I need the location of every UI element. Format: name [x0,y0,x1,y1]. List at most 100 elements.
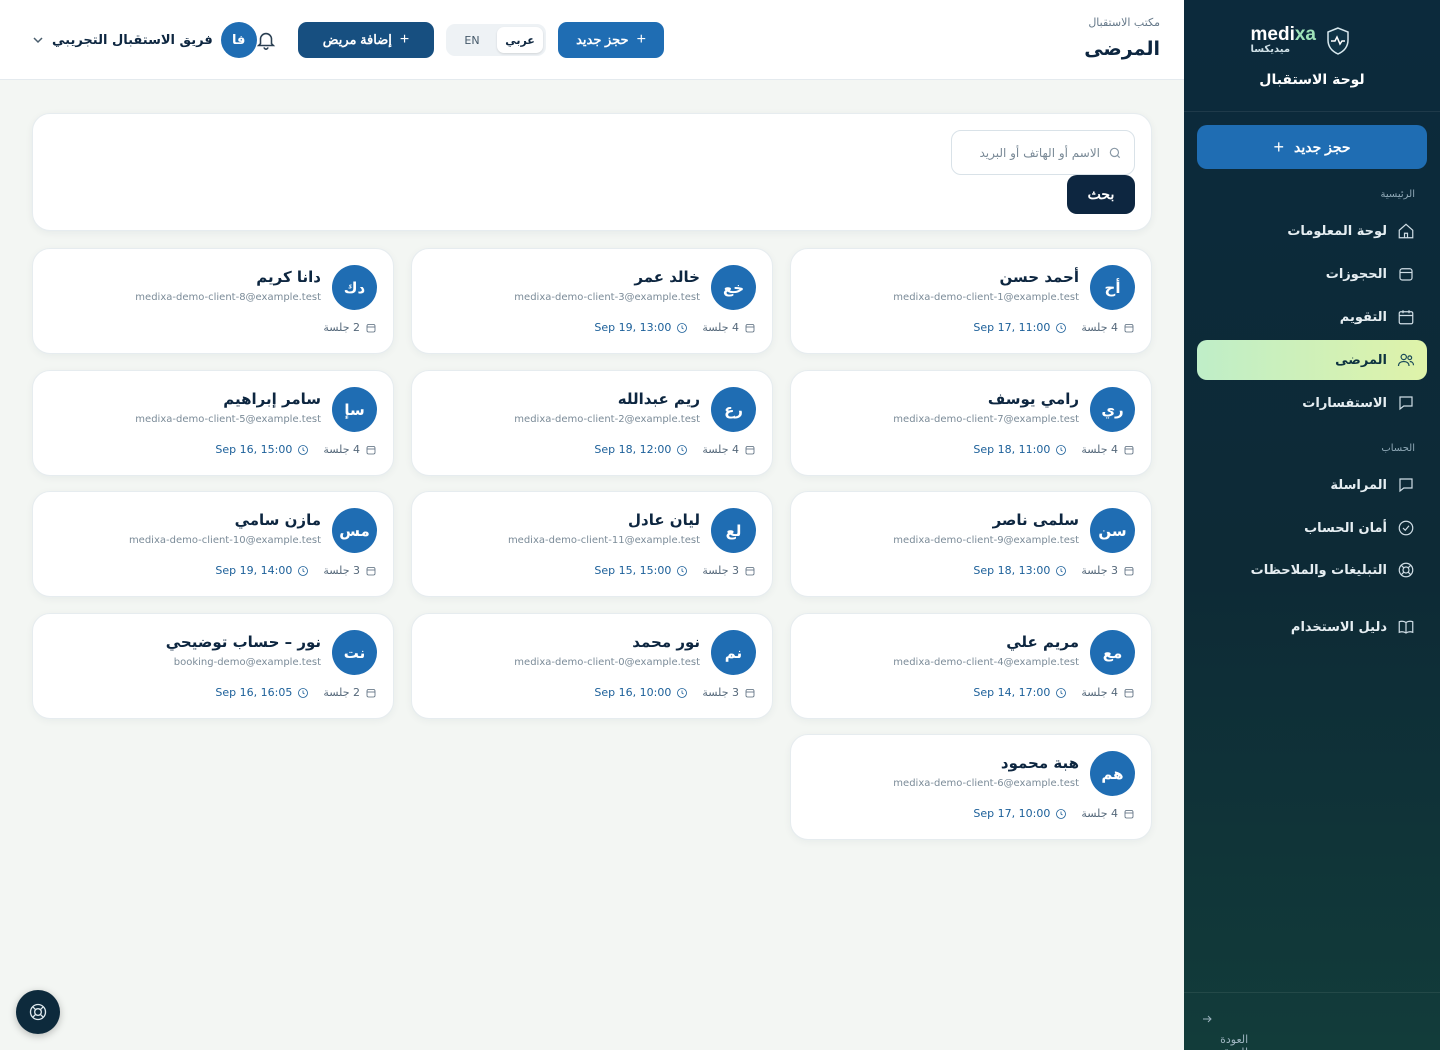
lang-en-option[interactable]: EN [449,27,495,53]
chat-icon [1399,396,1413,411]
sidebar-item-label: التبليغات والملاحظات [1250,562,1387,578]
clock-icon [676,322,688,334]
lifebuoy-icon [1398,562,1414,578]
calendar-icon [1398,310,1414,325]
last-visit-label: Sep 18, 11:00 [973,443,1051,456]
sessions-label: 3 جلسة [323,564,360,577]
sessions-label: 3 جلسة [1081,564,1118,577]
language-switch: EN عربي [446,24,546,56]
chat-icon [1399,478,1413,493]
sessions-count: 4 جلسة [1081,443,1135,456]
patient-card[interactable]: ري رامي يوسف medixa-demo-client-7@example.… [790,370,1152,476]
patient-meta: 4 جلسة Sep 18, 12:00 [594,443,756,456]
lifebuoy-icon [29,1003,47,1021]
patient-card[interactable]: هم هبة محمود medixa-demo-client-6@example.… [790,734,1152,840]
sessions-count: 3 جلسة [702,564,756,577]
sidebar-item-label: دليل الاستخدام [1290,619,1387,635]
sidebar-item-dashboard[interactable]: لوحة المعلومات [1197,211,1427,251]
patient-card[interactable]: نت نور – حساب توضيحي booking-demo@example.… [32,613,394,719]
sessions-label: 4 جلسة [702,443,739,456]
patient-name: سامر إبراهيم [223,390,321,408]
clock-icon [676,444,688,456]
sessions-count: 4 جلسة [323,443,377,456]
new-booking-button[interactable]: + حجز جديد [558,22,664,58]
patient-email: medixa-demo-client-3@example.test [514,292,700,303]
patient-name: مازن سامي [234,511,321,529]
section-account-label: الحساب [1381,443,1415,454]
patient-email: medixa-demo-client-7@example.test [893,414,1079,425]
patient-card[interactable]: دك دانا كريم medixa-demo-client-8@example.… [32,248,394,354]
patient-meta: 4 جلسة Sep 17, 10:00 [973,807,1135,820]
patient-email: medixa-demo-client-11@example.test [507,535,700,546]
calendar-icon [1123,565,1135,577]
patient-email: booking-demo@example.test [173,657,321,668]
sessions-label: 4 جلسة [702,321,739,334]
sessions-label: 4 جلسة [323,443,360,456]
sessions-label: 4 جلسة [1081,686,1118,699]
patient-card[interactable]: سن سلمى ناصر medixa-demo-client-9@example.… [790,491,1152,597]
patient-card[interactable]: لع ليان عادل medixa-demo-client-11@example… [411,491,773,597]
sidebar-new-booking-button[interactable]: حجز جديد + [1197,125,1427,169]
chevron-down-icon [33,37,43,44]
sidebar-item-security[interactable]: أمان الحساب [1197,508,1427,548]
sidebar-item-guide[interactable]: دليل الاستخدام [1197,607,1427,647]
patient-email: medixa-demo-client-4@example.test [893,657,1079,668]
sidebar-item-bookings[interactable]: الحجوزات [1197,254,1427,294]
top-header: مكتب الاستقبال المرضى + حجز جديد EN عربي… [0,0,1184,80]
patient-avatar: نم [711,630,756,675]
sidebar-item-inquiries[interactable]: الاستفسارات [1197,383,1427,423]
patient-avatar: مس [332,508,377,553]
patient-name: سلمى ناصر [992,511,1079,529]
sidebar-item-calendar[interactable]: التقويم [1197,297,1427,337]
sidebar-item-label: المرضى [1335,352,1387,368]
last-visit-label: Sep 16, 15:00 [215,443,293,456]
patient-email: medixa-demo-client-2@example.test [514,414,700,425]
last-visit-label: Sep 16, 16:05 [215,686,293,699]
patient-card[interactable]: خع خالد عمر medixa-demo-client-3@example.t… [411,248,773,354]
sessions-count: 4 جلسة [702,443,756,456]
calendar-icon [1123,444,1135,456]
clock-icon [676,687,688,699]
clock-icon [1055,687,1067,699]
last-visit: Sep 16, 10:00 [594,686,688,699]
clock-icon [297,565,309,577]
help-button[interactable] [16,990,60,1034]
search-icon [1109,147,1121,158]
patient-name: هبة محمود [1000,754,1079,772]
sidebar-item-messaging[interactable]: المراسلة [1197,465,1427,505]
lang-ar-option[interactable]: عربي [497,27,543,53]
patient-card[interactable]: سإ سامر إبراهيم medixa-demo-client-5@examp… [32,370,394,476]
page-title: المرضى [1084,38,1160,60]
patient-card[interactable]: رع ريم عبدالله medixa-demo-client-2@exampl… [411,370,773,476]
sessions-count: 3 جلسة [702,686,756,699]
sessions-label: 2 جلسة [323,686,360,699]
sidebar-item-label: الاستفسارات [1302,395,1387,411]
patient-card[interactable]: مس مازن سامي medixa-demo-client-10@example… [32,491,394,597]
shield-logo-icon [1327,26,1349,55]
section-main-label: الرئيسية [1380,189,1415,200]
patient-card[interactable]: نم نور محمد medixa-demo-client-0@example.t… [411,613,773,719]
brand-logo[interactable]: medixa ميديكسا [1251,25,1351,55]
sessions-label: 4 جلسة [1081,321,1118,334]
patient-name: أحمد حسن [999,268,1079,286]
search-input[interactable]: الاسم أو الهاتف أو البريد [951,130,1135,175]
patient-card[interactable]: مع مريم علي medixa-demo-client-4@example.t… [790,613,1152,719]
user-menu[interactable]: فا فريق الاستقبال التجريبي [32,22,257,58]
back-to-site-link[interactable]: العودة للموقع [1201,1013,1248,1050]
patient-meta: 4 جلسة Sep 18, 11:00 [973,443,1135,456]
bell-icon[interactable] [255,28,277,52]
patient-card[interactable]: أح أحمد حسن medixa-demo-client-1@example.t… [790,248,1152,354]
back-to-site-label: العودة للموقع [1218,1033,1249,1050]
calendar-icon [1399,268,1413,281]
add-patient-button[interactable]: + إضافة مريض [298,22,434,58]
plus-icon: + [1273,136,1284,157]
clock-icon [297,444,309,456]
last-visit: Sep 18, 11:00 [973,443,1067,456]
search-button[interactable]: بحث [1067,175,1135,214]
patient-meta: 3 جلسة Sep 18, 13:00 [973,564,1135,577]
clock-icon [1055,322,1067,334]
calendar-icon [365,322,377,334]
clock-icon [297,687,309,699]
sidebar-item-patients[interactable]: المرضى [1197,340,1427,380]
sidebar-item-reports[interactable]: التبليغات والملاحظات [1197,550,1427,590]
